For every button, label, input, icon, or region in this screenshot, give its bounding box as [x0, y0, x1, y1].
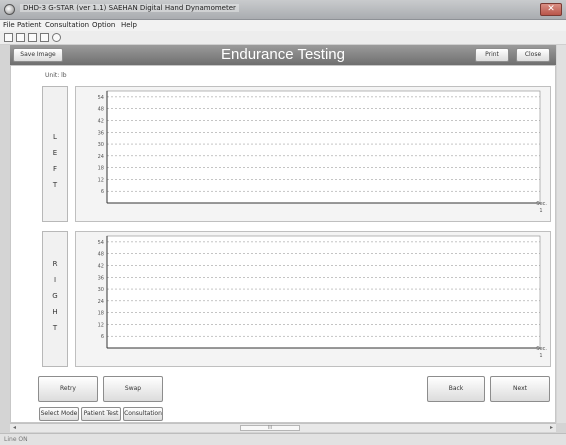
- edit-icon[interactable]: [28, 33, 37, 42]
- y-tick-label: 48: [98, 252, 104, 258]
- y-tick-label: 6: [101, 189, 104, 195]
- x-tick-label: 1: [539, 208, 542, 214]
- right-letter: G: [52, 292, 58, 300]
- left-letter: F: [52, 165, 58, 173]
- menu-file[interactable]: File: [3, 21, 15, 29]
- swap-button[interactable]: Swap: [103, 376, 163, 402]
- vertical-scrollbar[interactable]: [557, 45, 566, 423]
- delete-icon[interactable]: [40, 33, 49, 42]
- right-letter: I: [53, 276, 57, 284]
- next-button[interactable]: Next: [490, 376, 550, 402]
- y-tick-label: 30: [98, 287, 104, 293]
- statusbar: Line ON: [0, 433, 566, 445]
- y-tick-label: 18: [98, 166, 104, 172]
- tab-select-mode[interactable]: Select Mode: [39, 407, 79, 421]
- x-unit-label: Sec.: [536, 201, 547, 207]
- left-letter: E: [52, 149, 58, 157]
- y-tick-label: 24: [98, 299, 104, 305]
- y-tick-label: 54: [98, 240, 104, 246]
- plot-area: [106, 235, 541, 349]
- y-tick-label: 36: [98, 130, 104, 136]
- left-hand-label: L E F T: [42, 86, 68, 222]
- window-close-button[interactable]: ✕: [540, 3, 562, 16]
- plot-area: [106, 90, 541, 204]
- window-titlebar: DHD-3 G-STAR (ver 1.1) SAEHAN Digital Ha…: [0, 0, 566, 20]
- y-tick-label: 24: [98, 154, 104, 160]
- right-chart: 54 48 42 36 30 24 18 12 6 Sec. 1: [75, 231, 551, 367]
- back-button[interactable]: Back: [427, 376, 485, 402]
- y-tick-label: 18: [98, 311, 104, 317]
- menu-patient[interactable]: Patient: [17, 21, 41, 29]
- tab-patient-test[interactable]: Patient Test: [81, 407, 121, 421]
- left-chart: 54 48 42 36 30 24 18 12 6 Sec. 1: [75, 86, 551, 222]
- y-tick-label: 42: [98, 263, 104, 269]
- page-header: Save Image Endurance Testing Print Close: [10, 45, 556, 65]
- unit-label: Unit: lb: [45, 72, 67, 79]
- y-tick-label: 36: [98, 275, 104, 281]
- y-tick-label: 12: [98, 322, 104, 328]
- horizontal-scrollbar[interactable]: ◂ III ▸: [10, 423, 556, 432]
- y-tick-label: 30: [98, 142, 104, 148]
- menubar: File Patient Consultation Option Help: [0, 20, 566, 31]
- left-chart-plot: 54 48 42 36 30 24 18 12 6 Sec.1: [98, 90, 547, 214]
- window-title: DHD-3 G-STAR (ver 1.1) SAEHAN Digital Ha…: [20, 4, 239, 12]
- y-tick-label: 42: [98, 118, 104, 124]
- right-letter: T: [52, 324, 58, 332]
- scroll-left-icon[interactable]: ◂: [10, 424, 19, 432]
- main-panel: Unit: lb L E F T 54 48 42 36 30 24 18 12 6 Sec. 1 …: [10, 65, 556, 423]
- right-chart-plot: 54 48 42 36 30 24 18 12 6 Sec.1: [98, 235, 547, 359]
- y-tick-label: 54: [98, 95, 104, 101]
- left-letter: T: [52, 181, 58, 189]
- x-tick-label: 1: [539, 353, 542, 359]
- app-icon: [4, 4, 15, 15]
- left-letter: L: [53, 133, 57, 141]
- close-button[interactable]: Close: [516, 48, 550, 62]
- scroll-right-icon[interactable]: ▸: [547, 424, 556, 432]
- toolbar: [0, 31, 566, 45]
- scroll-thumb[interactable]: III: [240, 425, 300, 431]
- new-icon[interactable]: [4, 33, 13, 42]
- y-tick-label: 12: [98, 177, 104, 183]
- menu-option[interactable]: Option: [92, 21, 115, 29]
- retry-button[interactable]: Retry: [38, 376, 98, 402]
- right-letter: H: [52, 308, 58, 316]
- x-unit-label: Sec.: [536, 346, 547, 352]
- print-button[interactable]: Print: [475, 48, 509, 62]
- save-icon[interactable]: [16, 33, 25, 42]
- y-tick-label: 6: [101, 334, 104, 340]
- status-text: Line ON: [4, 436, 28, 443]
- right-letter: R: [52, 260, 58, 268]
- y-tick-label: 48: [98, 107, 104, 113]
- search-icon[interactable]: [52, 33, 61, 42]
- right-hand-label: R I G H T: [42, 231, 68, 367]
- menu-help[interactable]: Help: [121, 21, 137, 29]
- tab-consultation[interactable]: Consultation: [123, 407, 163, 421]
- menu-consultation[interactable]: Consultation: [45, 21, 89, 29]
